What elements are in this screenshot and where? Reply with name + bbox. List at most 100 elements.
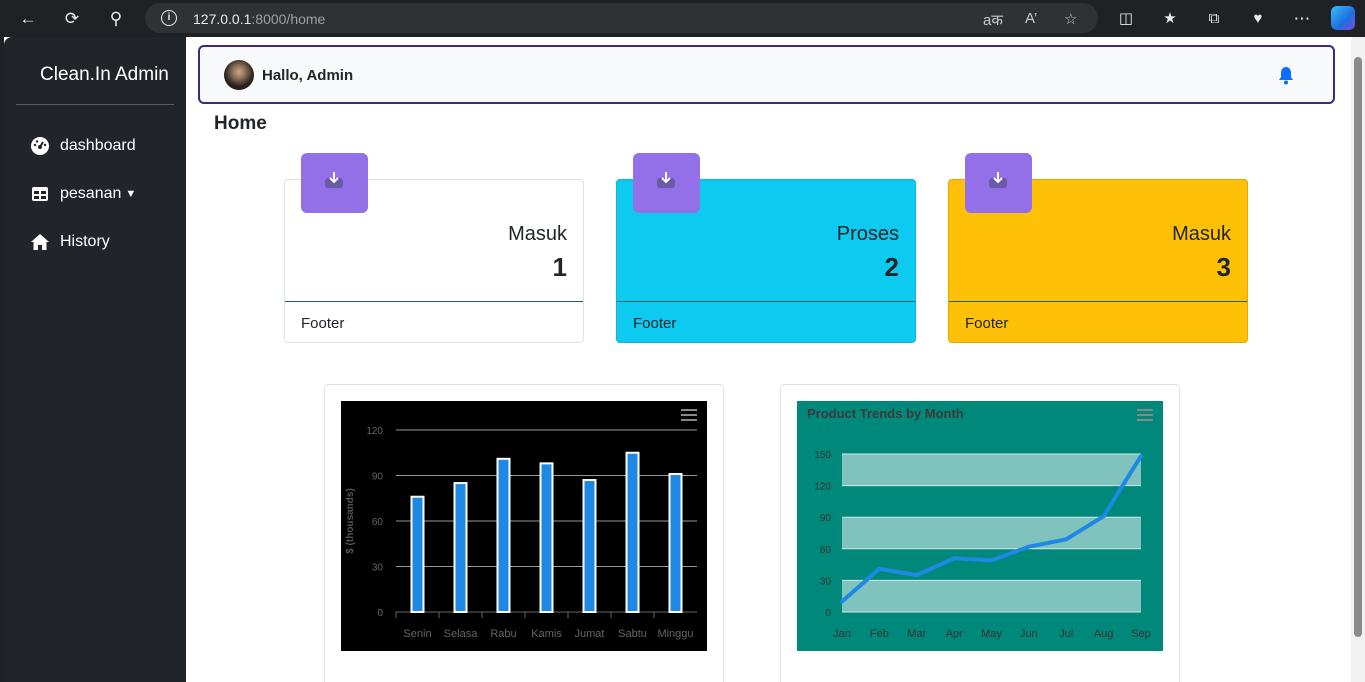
- line-chart-svg: Product Trends by Month 0 30 60 90 120 150 Jan F…: [807, 406, 1151, 640]
- x-tick-label: Jun: [1020, 628, 1038, 640]
- sidebar-item-history[interactable]: History: [30, 230, 110, 254]
- y-tick-label: 0: [377, 608, 383, 619]
- y-axis-label: $ (thousands): [345, 488, 356, 554]
- card-label: Masuk: [508, 223, 567, 245]
- x-tick-label: Sep: [1131, 628, 1151, 640]
- read-aloud-icon[interactable]: A’: [1025, 10, 1037, 27]
- y-tick-label: 30: [820, 576, 832, 587]
- sidebar-item-label: pesanan: [60, 185, 122, 202]
- y-tick-label: 150: [814, 450, 831, 461]
- bar: [453, 482, 468, 614]
- download-icon: [989, 172, 1007, 188]
- favorites-icon[interactable]: ★: [1158, 7, 1182, 31]
- scrollbar-thumb[interactable]: [1354, 57, 1362, 637]
- page-title: Home: [214, 113, 267, 134]
- card-count: 3: [1216, 252, 1231, 282]
- bell-icon[interactable]: [1278, 67, 1294, 85]
- card-footer: Footer: [617, 301, 915, 343]
- x-tick-label: Jul: [1059, 628, 1073, 640]
- chart-menu-icon[interactable]: [681, 409, 697, 421]
- download-icon-box: [633, 153, 700, 213]
- sidebar-item-dashboard[interactable]: dashboard: [30, 134, 136, 158]
- x-tick-label: Rabu: [490, 628, 516, 640]
- site-info-icon[interactable]: i: [161, 10, 177, 26]
- top-navbar: Hallo, Admin: [198, 45, 1335, 104]
- reload-icon[interactable]: ⟳: [60, 7, 84, 31]
- bar-chart-svg: 0 30 60 90 120 $ (thousands) Senin Selasa Rabu Ka…: [345, 426, 697, 640]
- bar: [582, 479, 597, 613]
- stat-card-masuk-2[interactable]: Masuk 3 Footer: [948, 153, 1248, 343]
- translate-icon[interactable]: aक: [983, 10, 1003, 30]
- collections-icon[interactable]: ⧉: [1202, 7, 1226, 31]
- stat-card-proses[interactable]: Proses 2 Footer: [616, 153, 916, 343]
- copilot-icon[interactable]: [1331, 6, 1355, 30]
- y-tick-label: 120: [366, 426, 383, 437]
- table-icon: [30, 184, 50, 204]
- bar: [496, 457, 511, 613]
- download-icon-box: [965, 153, 1032, 213]
- bar: [410, 495, 425, 613]
- chart-menu-icon[interactable]: [1137, 409, 1153, 421]
- bar-chart[interactable]: 0 30 60 90 120 $ (thousands) Senin Selasa Rabu Ka…: [341, 401, 707, 651]
- sidebar-item-label: History: [60, 233, 110, 250]
- x-tick-label: Jumat: [575, 628, 605, 640]
- y-tick-label: 60: [372, 517, 384, 528]
- card-label: Proses: [836, 223, 899, 245]
- x-tick-label: Aug: [1094, 628, 1114, 640]
- x-tick-label: May: [981, 628, 1002, 640]
- browser-toolbar: ← ⟳ ⚲ i 127.0.0.1:8000/home aक A’ ☆ ◫ ★ …: [0, 0, 1365, 37]
- scrollbar[interactable]: [1351, 37, 1365, 682]
- search-icon[interactable]: ⚲: [104, 7, 128, 31]
- y-tick-label: 0: [825, 608, 831, 619]
- y-tick-label: 90: [820, 513, 832, 524]
- page-viewport: Clean.In Admin dashboard pesanan ▼ Histo…: [4, 37, 1365, 682]
- card-count: 2: [884, 252, 899, 282]
- greeting-text: Hallo, Admin: [262, 67, 354, 84]
- y-tick-label: 60: [820, 545, 832, 556]
- card-footer: Footer: [949, 301, 1247, 343]
- sidebar-item-label: dashboard: [60, 137, 136, 154]
- bar-chart-card: 0 30 60 90 120 $ (thousands) Senin Selasa Rabu Ka…: [324, 384, 724, 682]
- plot-band: [842, 454, 1141, 486]
- browser-essentials-icon[interactable]: ♥: [1246, 7, 1270, 31]
- home-icon: [30, 232, 50, 252]
- line-chart-card: Product Trends by Month 0 30 60 90 120 150 Jan F…: [780, 384, 1180, 682]
- x-tick-label: Kamis: [531, 628, 562, 640]
- download-icon: [325, 172, 343, 188]
- back-icon[interactable]: ←: [16, 7, 40, 31]
- url-text: 127.0.0.1:8000/home: [193, 11, 326, 27]
- stat-card-masuk[interactable]: Masuk 1 Footer: [284, 153, 584, 343]
- sidebar-divider: [16, 104, 174, 105]
- x-tick-label: Minggu: [657, 628, 693, 640]
- caret-down-icon: ▼: [125, 188, 137, 200]
- x-tick-label: Feb: [870, 628, 889, 640]
- plot-band: [842, 580, 1141, 612]
- dashboard-icon: [30, 136, 50, 156]
- sidebar-item-pesanan[interactable]: pesanan ▼: [30, 182, 136, 206]
- y-tick-label: 120: [814, 482, 831, 493]
- address-bar[interactable]: i 127.0.0.1:8000/home aक A’ ☆: [145, 3, 1098, 33]
- line-chart[interactable]: Product Trends by Month 0 30 60 90 120 150 Jan F…: [797, 401, 1163, 651]
- favorite-star-icon[interactable]: ☆: [1064, 10, 1077, 28]
- x-tick-label: Mar: [907, 628, 926, 640]
- more-menu-icon[interactable]: ⋯: [1290, 7, 1314, 31]
- download-icon-box: [301, 153, 368, 213]
- avatar[interactable]: [224, 60, 254, 90]
- card-count: 1: [552, 252, 567, 282]
- download-icon: [657, 172, 675, 188]
- y-tick-label: 30: [372, 563, 384, 574]
- card-label: Masuk: [1172, 223, 1231, 245]
- main-content: Hallo, Admin Home Masuk 1 Footer Proses …: [186, 37, 1365, 682]
- x-tick-label: Sabtu: [618, 628, 647, 640]
- bar: [625, 451, 640, 613]
- bar: [668, 472, 683, 613]
- bar: [539, 462, 554, 613]
- card-footer: Footer: [285, 301, 583, 343]
- split-screen-icon[interactable]: ◫: [1114, 7, 1138, 31]
- y-tick-label: 90: [372, 472, 384, 483]
- x-tick-label: Selasa: [444, 628, 479, 640]
- sidebar: Clean.In Admin dashboard pesanan ▼ Histo…: [4, 37, 186, 682]
- brand-title[interactable]: Clean.In Admin: [40, 64, 169, 86]
- x-tick-label: Senin: [403, 628, 431, 640]
- chart-title: Product Trends by Month: [807, 406, 964, 421]
